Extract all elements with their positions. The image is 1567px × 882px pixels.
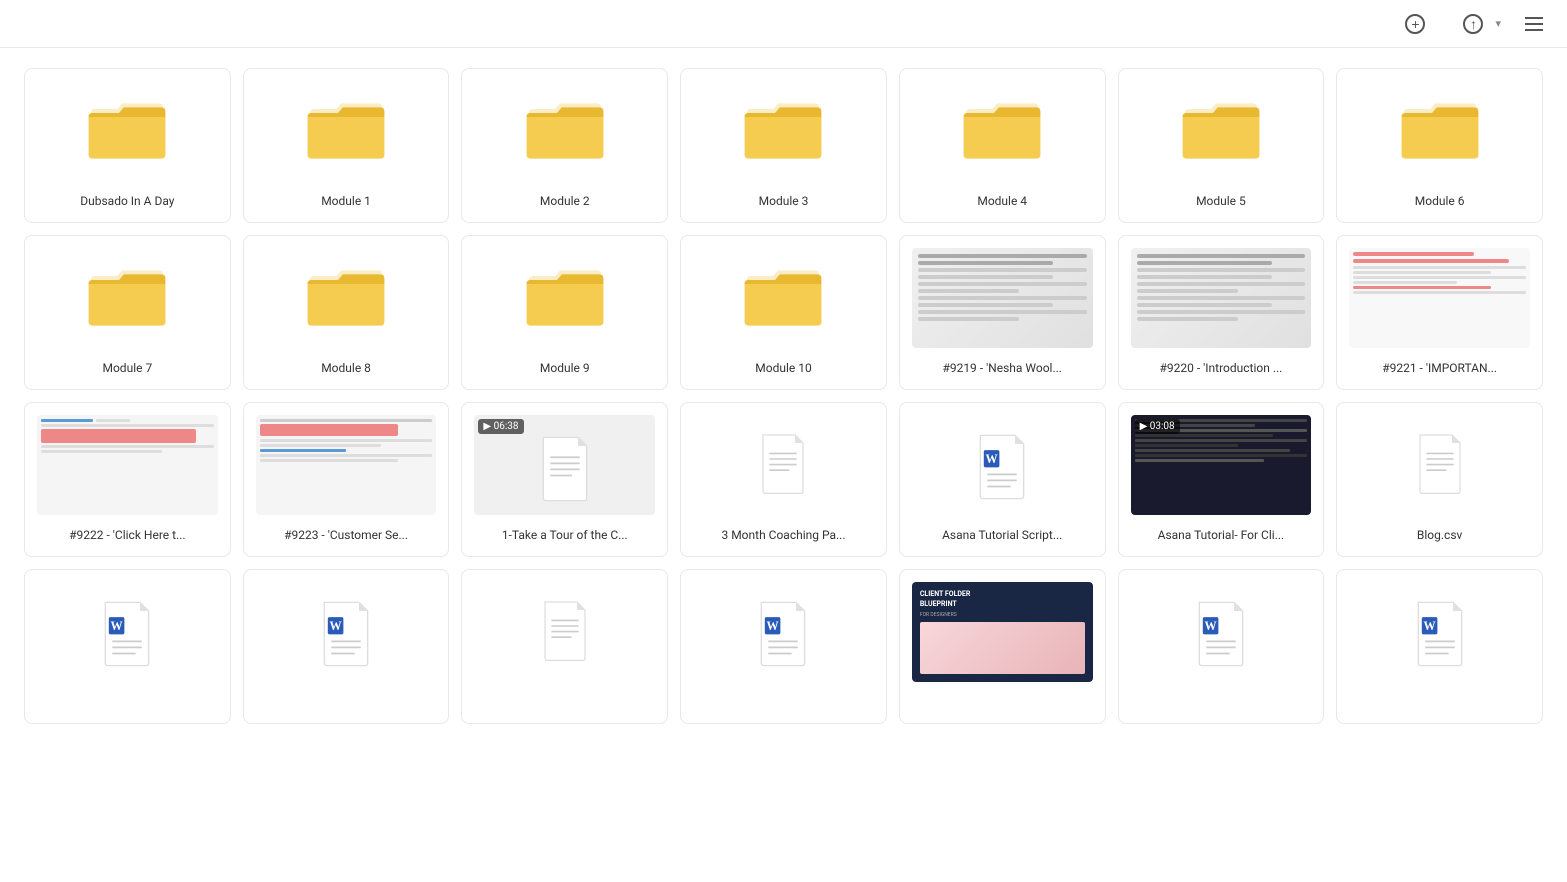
thumbnail [1349,248,1530,348]
grid-item-f9223[interactable]: #9223 - 'Customer Se... [243,402,450,557]
word-icon: W [1195,598,1247,662]
folder-icon [1181,97,1261,161]
grid-item-take-tour[interactable]: ▶ 06:38 1-Take a Tour of the C... [461,402,668,557]
grid-item-module5[interactable]: Module 5 [1118,68,1325,223]
grid-item-module10[interactable]: Module 10 [680,235,887,390]
item-label: Blog.csv [1417,520,1462,544]
item-label: Module 7 [102,353,152,377]
folder-icon [87,264,167,328]
item-label: #9220 - 'Introduction ... [1160,353,1283,377]
document-icon [757,431,809,495]
item-label: Module 10 [755,353,811,377]
item-label: #9221 - 'IMPORTAN... [1382,353,1497,377]
item-label: Module 4 [977,186,1027,210]
thumbnail [256,415,437,515]
plus-icon: + [1405,14,1425,34]
grid-item-blog-csv[interactable]: Blog.csv [1336,402,1543,557]
folder-icon [1400,97,1480,161]
thumbnail: ▶ 03:08 [1131,415,1312,515]
thumbnail [37,415,218,515]
folder-icon [525,264,605,328]
thumbnail [912,248,1093,348]
word-icon: W [757,598,809,662]
word-icon: W [320,598,372,662]
svg-text:W: W [111,619,123,633]
word-icon: W [101,598,153,662]
item-label: #9219 - 'Nesha Wool... [942,353,1062,377]
grid-item-f9222[interactable]: #9222 - 'Click Here t... [24,402,231,557]
item-label: Module 1 [321,186,371,210]
grid-item-module4[interactable]: Module 4 [899,68,1106,223]
folder-icon [87,97,167,161]
grid-item-dubsado[interactable]: Dubsado In A Day [24,68,231,223]
item-label: Module 6 [1415,186,1465,210]
item-label: Asana Tutorial Script... [942,520,1062,544]
svg-text:W: W [767,619,779,633]
folder-icon [306,264,386,328]
item-label: Module 9 [540,353,590,377]
item-label: Module 8 [321,353,371,377]
svg-text:W: W [1204,619,1216,633]
menu-icon[interactable] [1525,17,1543,31]
svg-text:W: W [986,452,998,466]
header: + ↑ ▾ [0,0,1567,48]
word-icon: W [976,431,1028,495]
folder-icon [743,264,823,328]
item-label: Dubsado In A Day [80,186,174,210]
grid-item-asana-script[interactable]: W Asana Tutorial Script... [899,402,1106,557]
grid-item-module6[interactable]: Module 6 [1336,68,1543,223]
video-duration: ▶ 06:38 [478,419,523,434]
item-label: 3 Month Coaching Pa... [721,520,845,544]
upload-dropdown-chevron[interactable]: ▾ [1495,17,1501,30]
grid-item-module1[interactable]: Module 1 [243,68,450,223]
grid-item-item23[interactable]: W [243,569,450,724]
file-grid: Dubsado In A Day Module 1 Module 2 Modul… [0,48,1567,744]
new-folder-button[interactable]: + [1397,10,1439,38]
video-duration: ▶ 03:08 [1135,419,1180,434]
upload-button[interactable]: ↑ ▾ [1455,10,1509,38]
folder-icon [525,97,605,161]
grid-item-f9219[interactable]: #9219 - 'Nesha Wool... [899,235,1106,390]
grid-item-coaching-pa[interactable]: 3 Month Coaching Pa... [680,402,887,557]
item-label: Module 5 [1196,186,1246,210]
folder-icon [306,97,386,161]
folder-icon [743,97,823,161]
grid-item-module2[interactable]: Module 2 [461,68,668,223]
item-label: 1-Take a Tour of the C... [502,520,628,544]
thumbnail: CLIENT FOLDERBLUEPRINT FOR DESIGNERS [912,582,1093,682]
item-label: Module 3 [759,186,809,210]
grid-item-module8[interactable]: Module 8 [243,235,450,390]
thumbnail: ▶ 06:38 [474,415,655,515]
item-label: #9223 - 'Customer Se... [284,520,408,544]
document-icon [539,598,591,662]
svg-text:W: W [1423,619,1435,633]
grid-item-module9[interactable]: Module 9 [461,235,668,390]
thumbnail [1131,248,1312,348]
header-actions: + ↑ ▾ [1397,10,1543,38]
folder-icon [962,97,1042,161]
grid-item-asana-cli[interactable]: ▶ 03:08 Asana Tutorial- For Cli... [1118,402,1325,557]
grid-item-item28[interactable]: W [1336,569,1543,724]
item-label: Module 2 [540,186,590,210]
item-label: Asana Tutorial- For Cli... [1158,520,1285,544]
grid-item-item25[interactable]: W [680,569,887,724]
word-icon: W [1414,598,1466,662]
grid-item-item27[interactable]: W [1118,569,1325,724]
grid-item-item26[interactable]: CLIENT FOLDERBLUEPRINT FOR DESIGNERS [899,569,1106,724]
item-label: #9222 - 'Click Here t... [69,520,185,544]
document-icon [1414,431,1466,495]
upload-icon: ↑ [1463,14,1483,34]
grid-item-f9221[interactable]: #9221 - 'IMPORTAN... [1336,235,1543,390]
grid-item-f9220[interactable]: #9220 - 'Introduction ... [1118,235,1325,390]
grid-item-item22[interactable]: W [24,569,231,724]
svg-text:W: W [330,619,342,633]
grid-item-item24[interactable] [461,569,668,724]
grid-item-module3[interactable]: Module 3 [680,68,887,223]
grid-item-module7[interactable]: Module 7 [24,235,231,390]
